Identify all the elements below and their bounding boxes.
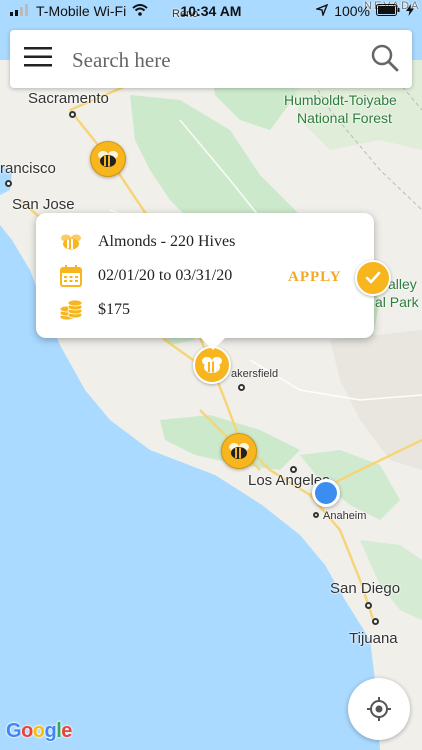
map-label-san-francisco: rancisco xyxy=(0,160,56,177)
popup-title-row: Almonds - 220 Hives xyxy=(58,229,235,255)
hive-info-popup: Almonds - 220 Hives 02/01/20 to 03/31/20 xyxy=(36,213,374,350)
city-dot-san-francisco xyxy=(5,180,12,187)
map-label-bakersfield: akersfield xyxy=(231,368,279,380)
crosshair-location-icon xyxy=(367,697,391,721)
popup-dates: 02/01/20 to 03/31/20 xyxy=(98,267,233,284)
city-dot-san-diego xyxy=(365,602,372,609)
map-label-san-diego: San Diego xyxy=(330,580,401,597)
popup-dates-row: 02/01/20 to 03/31/20 xyxy=(58,263,232,289)
map-label-anaheim: Anaheim xyxy=(323,510,367,522)
hive-marker[interactable] xyxy=(90,141,126,177)
location-arrow-icon xyxy=(314,3,329,19)
map-label-park: al Park xyxy=(375,294,419,310)
battery-icon xyxy=(376,3,400,19)
popup-price: $175 xyxy=(98,301,130,318)
hamburger-menu-icon[interactable] xyxy=(24,46,58,72)
popup-price-row: $175 xyxy=(58,297,130,323)
battery-percent: 100% xyxy=(334,3,370,19)
search-bar xyxy=(10,30,412,88)
search-input[interactable] xyxy=(70,44,364,76)
status-right: 100% xyxy=(314,3,414,19)
bee-icon xyxy=(202,357,222,373)
status-bar: T-Mobile Wi-Fi 10:34 AM 100% xyxy=(0,0,422,24)
google-logo: Google xyxy=(6,720,72,742)
map-label-national-forest: National Forest xyxy=(297,110,392,126)
city-dot-los-angeles xyxy=(290,466,297,473)
apply-button[interactable]: APPLY xyxy=(288,269,342,286)
map-label-humboldt: Humboldt-Toiyabe xyxy=(284,92,397,108)
city-dot-sacramento xyxy=(69,111,76,118)
city-dot-bakersfield xyxy=(238,384,245,391)
my-location-button[interactable] xyxy=(348,678,410,740)
hive-marker[interactable] xyxy=(221,433,257,469)
bee-icon xyxy=(58,229,84,255)
map-label-sacramento: Sacramento xyxy=(28,90,109,107)
map-label-valley: alley xyxy=(388,276,417,292)
charging-icon xyxy=(406,3,414,19)
bee-icon xyxy=(98,151,118,167)
coins-icon xyxy=(58,297,84,323)
map-label-tijuana: Tijuana xyxy=(349,630,398,647)
hive-marker-selected[interactable] xyxy=(193,346,231,384)
popup-title: Almonds - 220 Hives xyxy=(98,233,236,250)
bee-icon xyxy=(229,443,249,459)
city-dot-tijuana-marker xyxy=(372,618,379,625)
search-icon[interactable] xyxy=(370,43,402,75)
checkmark-icon[interactable] xyxy=(355,260,391,296)
city-dot-anaheim xyxy=(313,512,319,518)
calendar-icon xyxy=(58,263,84,289)
map-label-san-jose: San Jose xyxy=(12,196,75,213)
user-location-dot xyxy=(312,479,340,507)
